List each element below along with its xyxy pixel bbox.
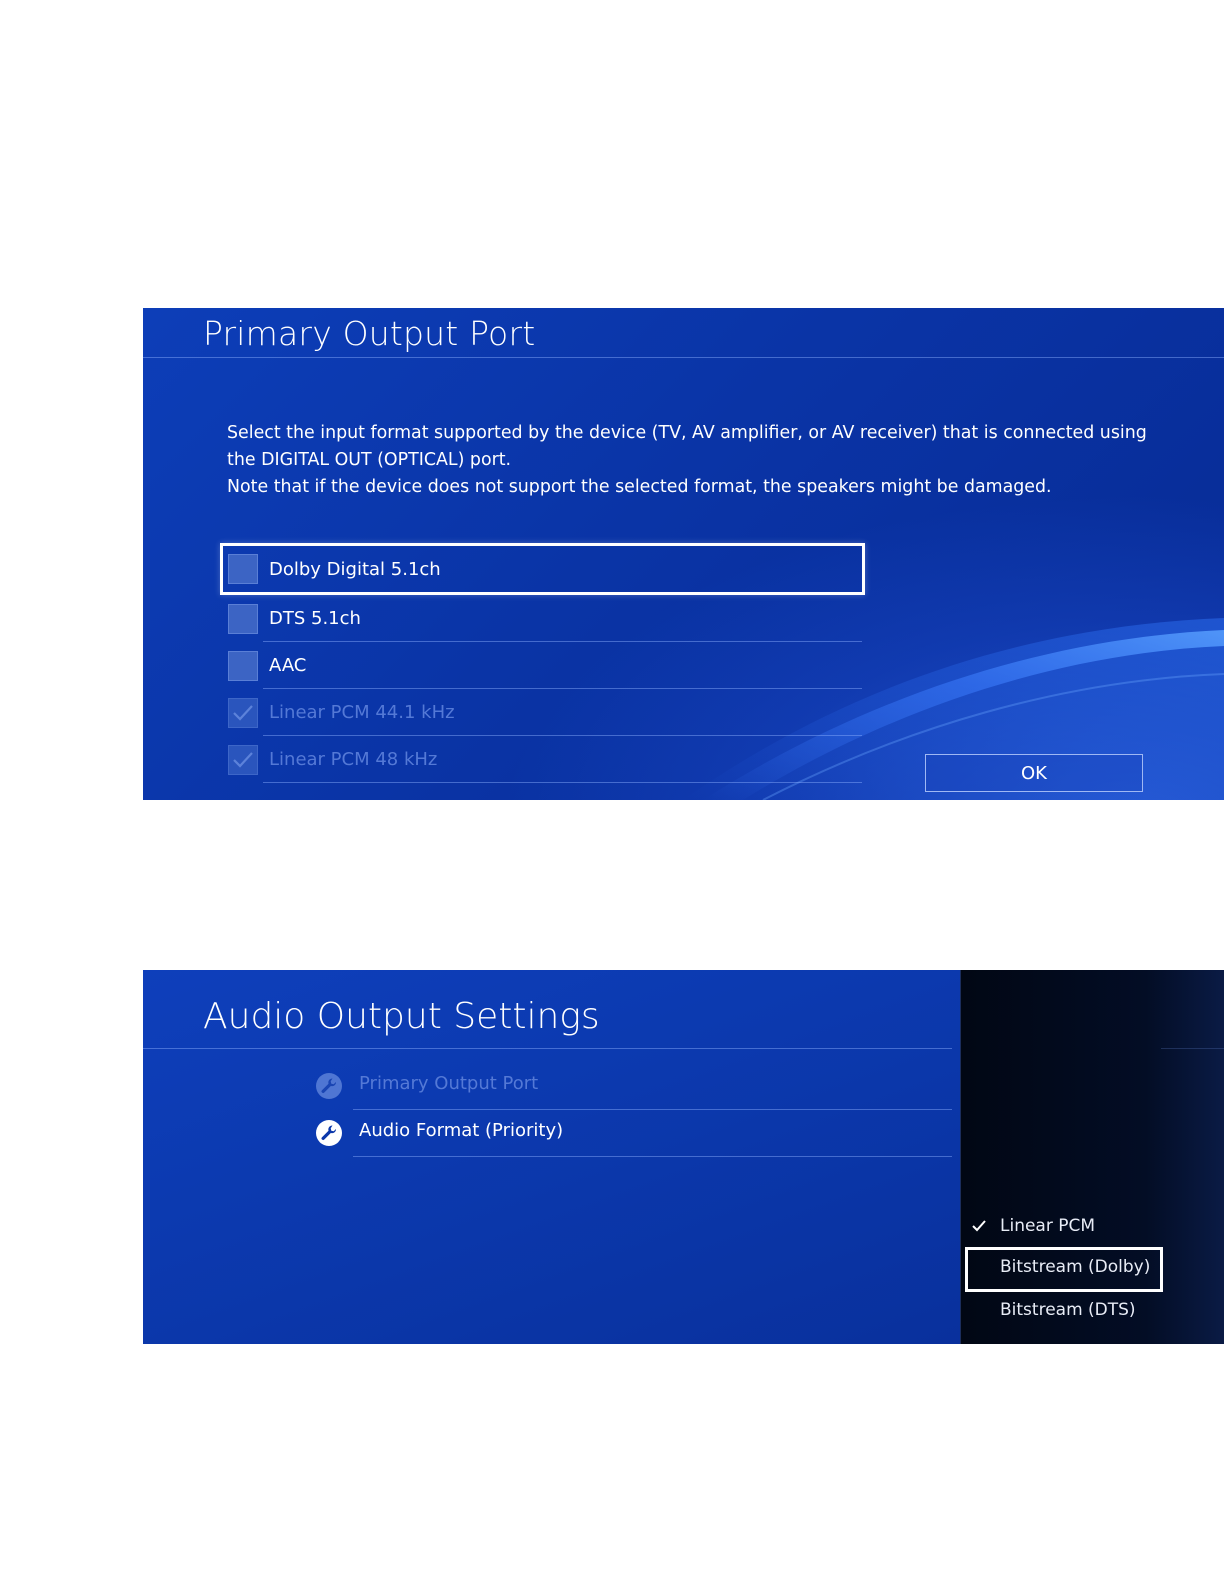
page-title: Audio Output Settings [203, 996, 600, 1037]
wrench-icon [316, 1120, 342, 1146]
option-dolby-digital-5-1ch[interactable]: Dolby Digital 5.1ch [220, 543, 865, 595]
wrench-icon [316, 1073, 342, 1099]
option-label: AAC [269, 655, 307, 676]
ok-button[interactable]: OK [925, 754, 1143, 792]
settings-menu: Primary Output Port Audio Format (Priori… [316, 1063, 952, 1157]
option-label: DTS 5.1ch [269, 608, 361, 629]
description-line-1: Select the input format supported by the… [227, 423, 1147, 470]
title-divider [143, 357, 1224, 358]
option-label: Linear PCM 44.1 kHz [269, 702, 455, 723]
option-linear-pcm-48khz: Linear PCM 48 kHz [220, 736, 865, 783]
checkbox-unchecked[interactable] [228, 603, 258, 634]
dropdown-option-linear-pcm[interactable]: Linear PCM [961, 1206, 1224, 1248]
option-dts-5-1ch[interactable]: DTS 5.1ch [220, 595, 865, 642]
dropdown-option-bitstream-dts[interactable]: Bitstream (DTS) [961, 1290, 1224, 1332]
divider [263, 782, 862, 783]
divider [353, 1156, 952, 1157]
title-divider [143, 1048, 952, 1049]
audio-format-dropdown[interactable]: Linear PCM Bitstream (Dolby) Bitstream (… [960, 970, 1224, 1344]
option-label: Dolby Digital 5.1ch [269, 558, 441, 580]
checkmark-icon [233, 704, 253, 721]
checkmark-icon [233, 751, 253, 768]
divider [1161, 1048, 1224, 1049]
menu-item-label: Primary Output Port [359, 1073, 539, 1094]
checkmark-icon [972, 1220, 986, 1232]
primary-output-port-panel: Primary Output Port Select the input for… [143, 308, 1224, 800]
dropdown-option-label: Bitstream (DTS) [1000, 1300, 1136, 1320]
option-label: Linear PCM 48 kHz [269, 749, 438, 770]
dropdown-option-label: Bitstream (Dolby) [1000, 1257, 1151, 1277]
menu-item-label: Audio Format (Priority) [359, 1120, 564, 1141]
page-title: Primary Output Port [203, 314, 536, 353]
dropdown-option-label: Linear PCM [1000, 1216, 1096, 1236]
description-text: Select the input format supported by the… [227, 420, 1157, 501]
checkbox-checked-disabled [228, 744, 258, 775]
audio-output-settings-panel: Audio Output Settings Primary Output Por… [143, 970, 1224, 1344]
option-aac[interactable]: AAC [220, 642, 865, 689]
option-linear-pcm-44-1khz: Linear PCM 44.1 kHz [220, 689, 865, 736]
menu-item-audio-format-priority[interactable]: Audio Format (Priority) [316, 1110, 952, 1157]
description-line-2: Note that if the device does not support… [227, 477, 1052, 497]
checkbox-checked-disabled [228, 697, 258, 728]
checkbox-unchecked[interactable] [228, 554, 258, 584]
format-options-list: Dolby Digital 5.1ch DTS 5.1ch AAC Linear… [220, 543, 865, 783]
dropdown-option-bitstream-dolby[interactable]: Bitstream (Dolby) [961, 1247, 1224, 1292]
checkbox-unchecked[interactable] [228, 650, 258, 681]
menu-item-primary-output-port[interactable]: Primary Output Port [316, 1063, 952, 1110]
